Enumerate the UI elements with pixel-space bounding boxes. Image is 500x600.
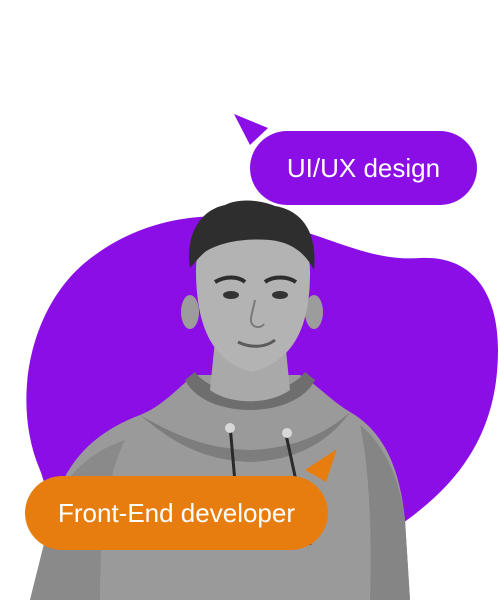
- ui-ux-design-bubble: UI/UX design: [250, 131, 477, 205]
- front-end-developer-label: Front-End developer: [57, 498, 296, 528]
- hero-section: UI/UX design Front-End developer: [0, 0, 500, 600]
- front-end-developer-bubble: Front-End developer: [25, 476, 328, 550]
- ui-ux-design-label: UI/UX design: [286, 153, 441, 183]
